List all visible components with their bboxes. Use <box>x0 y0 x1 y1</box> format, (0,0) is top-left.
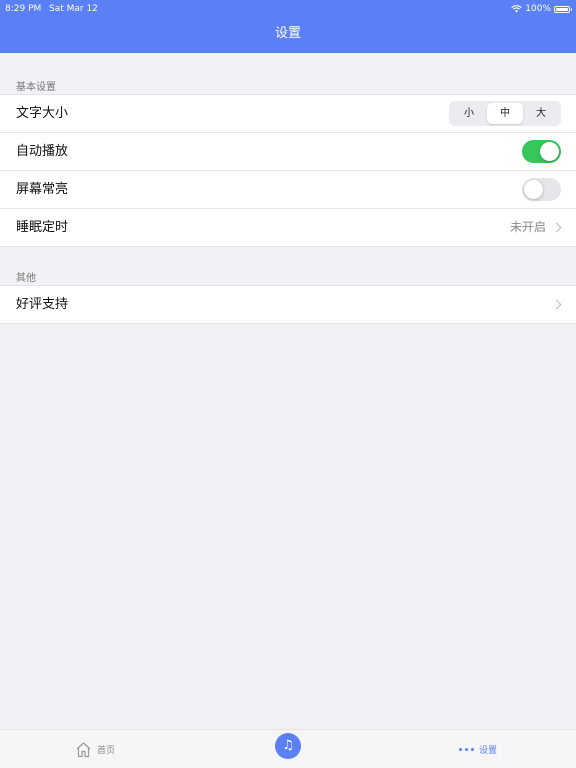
font-size-option-small[interactable]: 小 <box>451 103 487 124</box>
status-right: 100% <box>511 3 572 15</box>
home-icon <box>76 741 91 757</box>
more-dots-icon <box>459 747 474 751</box>
autoplay-label: 自动播放 <box>16 144 69 159</box>
autoplay-row: 自动播放 <box>0 132 576 170</box>
font-size-label: 文字大小 <box>16 106 69 121</box>
page-title: 设置 <box>274 26 301 41</box>
battery-icon <box>554 5 572 13</box>
navigation-header: 8:29 PM Sat Mar 12 100% 设置 <box>0 0 576 53</box>
status-date: Sat Mar 12 <box>49 4 98 14</box>
status-bar: 8:29 PM Sat Mar 12 100% <box>0 3 576 15</box>
section-header-other: 其他 <box>16 273 36 284</box>
tab-settings-label: 设置 <box>479 745 498 756</box>
basic-settings-group: 文字大小 小 中 大 自动播放 屏幕常亮 睡眠定时 未开启 <box>0 94 576 247</box>
rate-row[interactable]: 好评支持 <box>0 286 576 323</box>
tab-settings[interactable]: 设置 <box>459 730 497 768</box>
sleep-timer-value: 未开启 <box>509 220 546 234</box>
font-size-segmented-control: 小 中 大 <box>449 101 561 126</box>
toggle-knob <box>524 180 543 199</box>
font-size-option-medium[interactable]: 中 <box>487 103 523 124</box>
chevron-right-icon <box>551 222 562 233</box>
tab-bar: 首页 ♫ 设置 <box>0 729 576 768</box>
toggle-knob <box>540 142 559 161</box>
chevron-right-icon <box>551 299 562 310</box>
autoplay-toggle[interactable] <box>522 140 561 163</box>
sleep-timer-label: 睡眠定时 <box>16 220 69 235</box>
font-size-row: 文字大小 小 中 大 <box>0 95 576 132</box>
music-play-button[interactable]: ♫ <box>275 733 301 759</box>
music-note-icon: ♫ <box>282 738 294 753</box>
sleep-timer-row[interactable]: 睡眠定时 未开启 <box>0 208 576 246</box>
rate-label: 好评支持 <box>16 297 69 312</box>
screen-on-toggle[interactable] <box>522 178 561 201</box>
section-header-basic: 基本设置 <box>16 82 56 93</box>
tab-home[interactable]: 首页 <box>75 730 115 768</box>
wifi-icon <box>511 5 522 13</box>
tab-home-label: 首页 <box>97 745 116 756</box>
status-time: 8:29 PM <box>5 4 42 14</box>
other-settings-group: 好评支持 <box>0 285 576 324</box>
font-size-option-large[interactable]: 大 <box>523 103 559 124</box>
screen-on-row: 屏幕常亮 <box>0 170 576 208</box>
screen-on-label: 屏幕常亮 <box>16 182 69 197</box>
battery-percent: 100% <box>525 4 551 14</box>
